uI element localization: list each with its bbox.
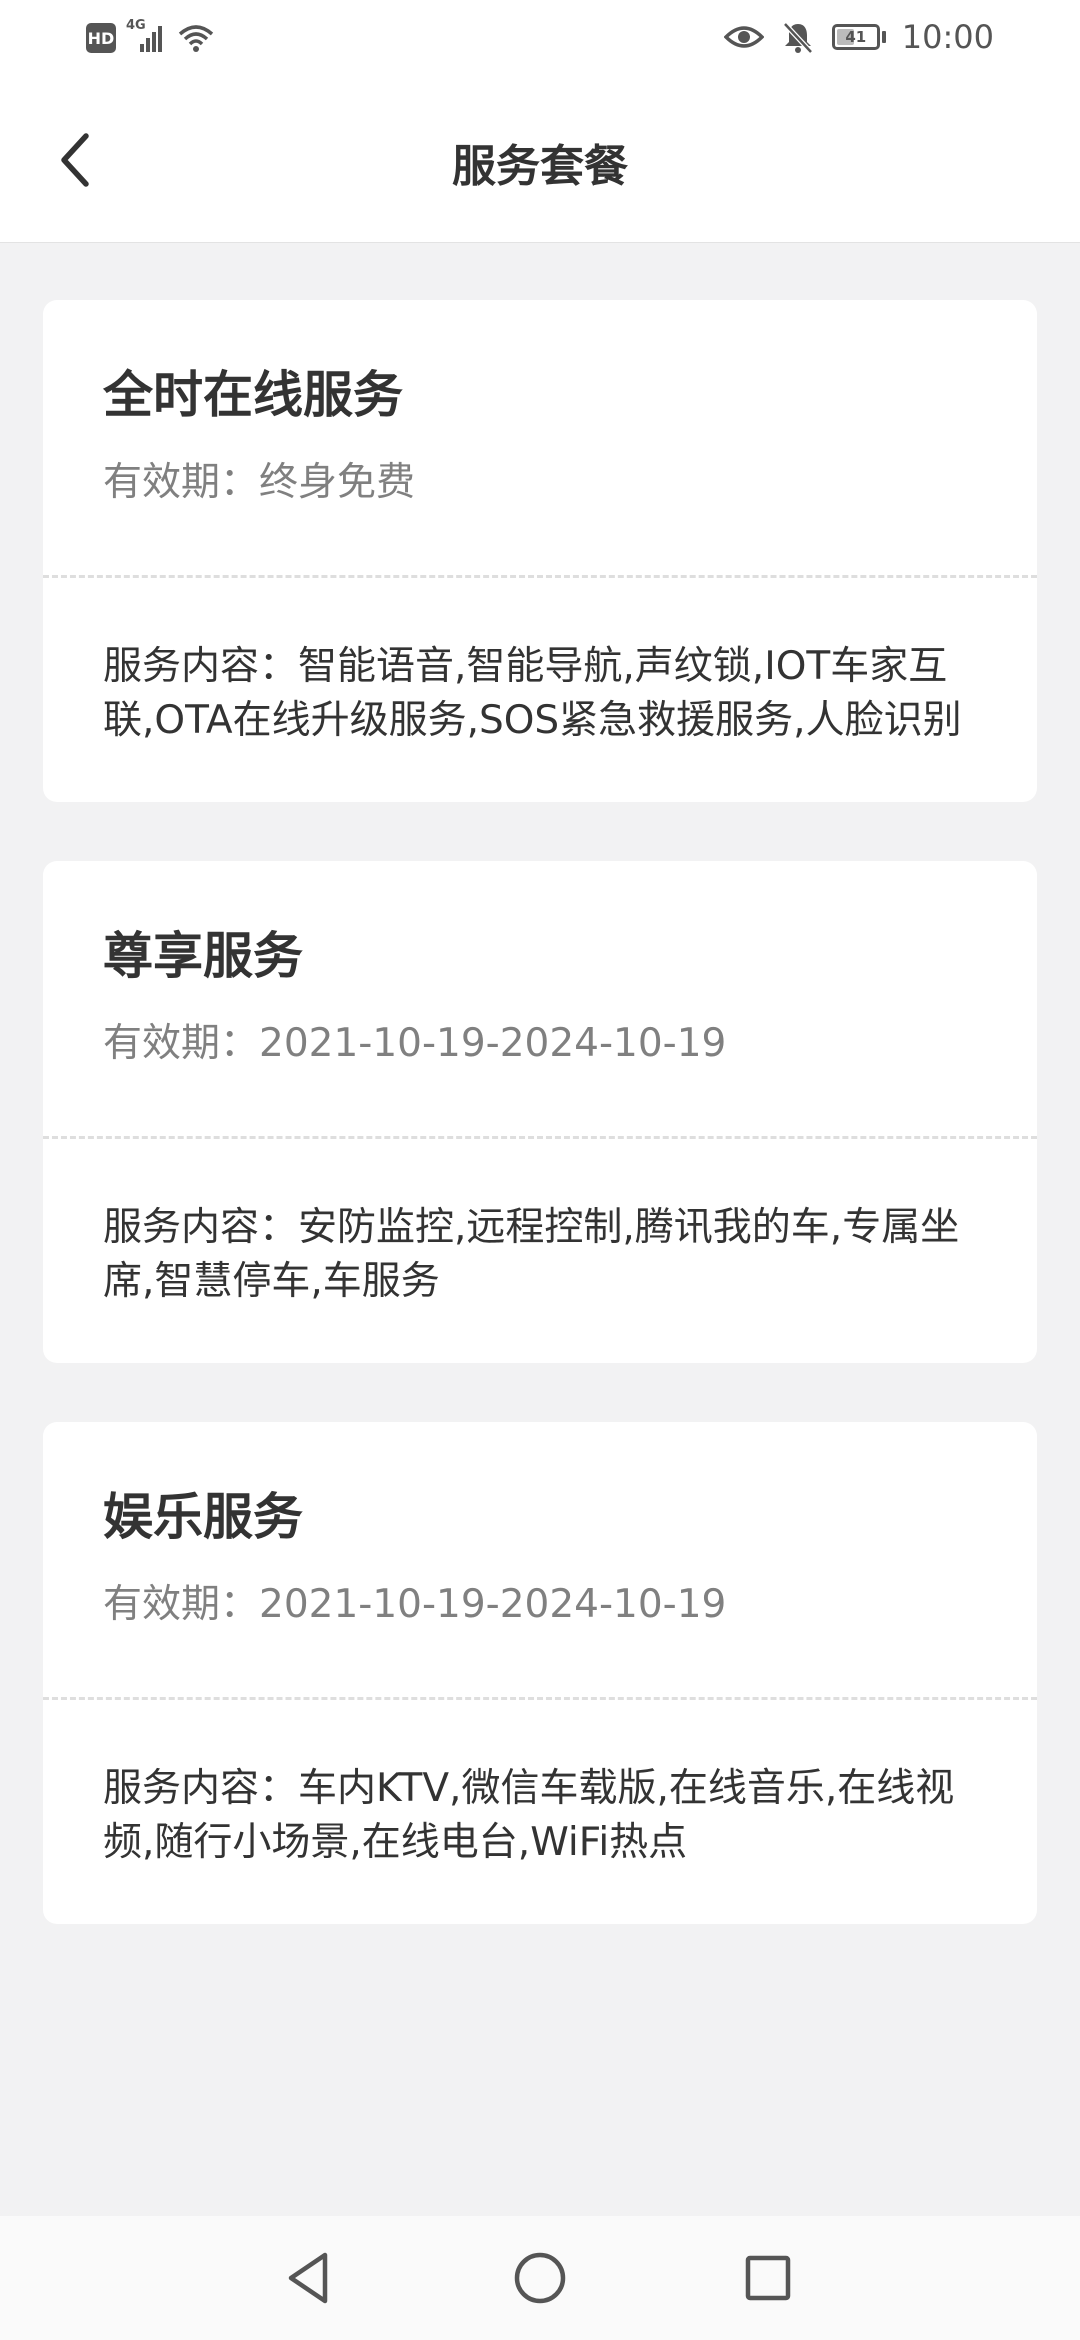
package-validity: 有效期：2021-10-19-2024-10-19 [103, 1021, 727, 1066]
package-content: 服务内容：安防监控,远程控制,腾讯我的车,专属坐席,智慧停车,车服务 [103, 1205, 960, 1304]
system-recents-button[interactable] [728, 2238, 808, 2318]
battery-icon: 41 [831, 24, 886, 50]
recents-square-icon [745, 2255, 791, 2301]
card-header: 娱乐服务 有效期：2021-10-19-2024-10-19 [43, 1422, 1037, 1697]
package-title: 尊享服务 [103, 927, 303, 985]
eye-icon [723, 22, 765, 52]
battery-level: 41 [845, 28, 867, 46]
package-title: 全时在线服务 [103, 366, 403, 424]
hd-label: HD [87, 28, 115, 48]
home-circle-icon [514, 2252, 566, 2304]
bell-off-icon [780, 19, 816, 55]
card-header: 全时在线服务 有效期：终身免费 [43, 300, 1037, 575]
status-bar: HD 4G 41 10:00 [0, 0, 1080, 80]
package-validity: 有效期：2021-10-19-2024-10-19 [103, 1582, 727, 1627]
title-bar: 服务套餐 [0, 80, 1080, 243]
card-header: 尊享服务 有效期：2021-10-19-2024-10-19 [43, 861, 1037, 1136]
package-card: 尊享服务 有效期：2021-10-19-2024-10-19 服务内容：安防监控… [43, 861, 1037, 1363]
system-back-button[interactable] [270, 2238, 350, 2318]
system-navigation-bar [0, 2216, 1080, 2340]
package-card: 全时在线服务 有效期：终身免费 服务内容：智能语音,智能导航,声纹锁,IOT车家… [43, 300, 1037, 802]
status-time: 10:00 [901, 18, 994, 56]
wifi-icon [176, 22, 216, 54]
package-title: 娱乐服务 [103, 1488, 303, 1546]
signal-icon: 4G [126, 18, 166, 54]
package-card: 娱乐服务 有效期：2021-10-19-2024-10-19 服务内容：车内KT… [43, 1422, 1037, 1924]
system-home-button[interactable] [500, 2238, 580, 2318]
status-right: 41 10:00 [723, 18, 994, 56]
battery-tip [881, 31, 886, 43]
back-triangle-icon [288, 2252, 328, 2304]
page-title: 服务套餐 [452, 141, 628, 192]
package-validity: 有效期：终身免费 [103, 460, 416, 505]
hd-icon: HD [86, 23, 116, 53]
package-content: 服务内容：智能语音,智能导航,声纹锁,IOT车家互联,OTA在线升级服务,SOS… [103, 644, 962, 743]
status-left: HD 4G [86, 18, 216, 54]
package-content: 服务内容：车内KTV,微信车载版,在线音乐,在线视频,随行小场景,在线电台,Wi… [103, 1766, 955, 1865]
battery-body: 41 [831, 24, 880, 50]
